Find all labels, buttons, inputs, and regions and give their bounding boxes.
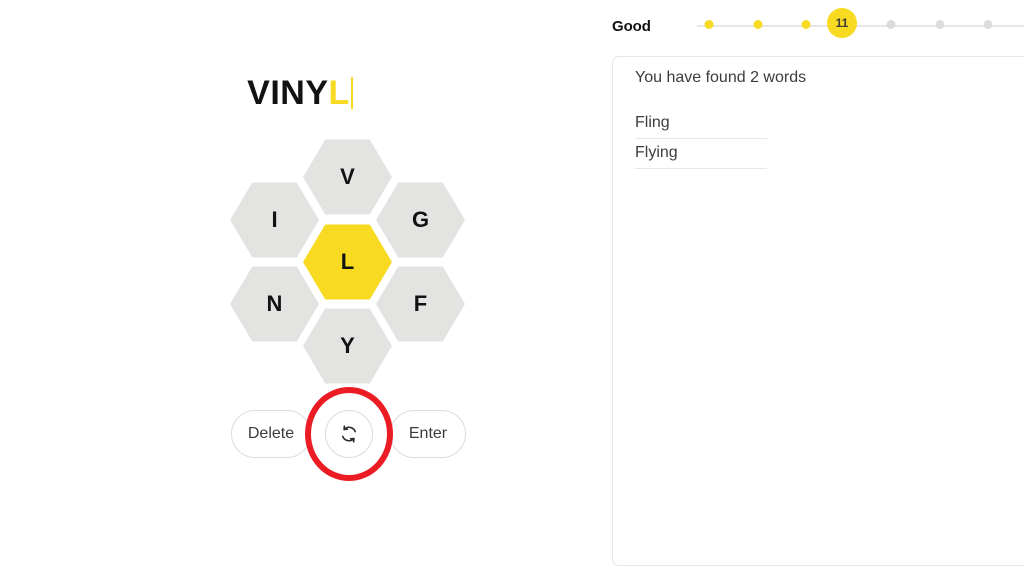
- word-input-display[interactable]: VINYL: [0, 72, 600, 114]
- hex-cell-bottom[interactable]: Y: [303, 308, 392, 384]
- found-words-summary: You have found 2 words: [635, 69, 807, 86]
- hex-letter: F: [413, 291, 428, 316]
- typed-outer-letters: VINY: [247, 74, 329, 112]
- rank-dot-2[interactable]: [753, 20, 763, 29]
- rank-dot-6[interactable]: [935, 20, 945, 29]
- puzzle-area: VINYL V I G L N F Y Delete Enter: [0, 0, 600, 576]
- letter-hive: V I G L N F Y: [230, 138, 466, 384]
- list-item: Fling: [635, 109, 767, 139]
- found-words-panel: You have found 2 words Fling Flying: [612, 56, 1024, 566]
- enter-button-label: Enter: [408, 425, 448, 442]
- puzzle-controls: Delete Enter: [230, 410, 466, 458]
- hex-cell-upper-right[interactable]: G: [376, 182, 465, 258]
- shuffle-refresh-icon: [341, 425, 357, 443]
- delete-button[interactable]: Delete: [231, 410, 311, 458]
- hex-cell-upper-left[interactable]: I: [230, 182, 319, 258]
- list-item: Flying: [635, 139, 767, 169]
- hex-letter: V: [340, 164, 355, 189]
- rank-progress-bar: Good 11: [612, 8, 1024, 40]
- hex-cell-lower-left[interactable]: N: [230, 266, 319, 342]
- hex-letter: L: [340, 249, 355, 274]
- rank-dot-7[interactable]: [983, 20, 993, 29]
- hex-letter: G: [411, 207, 430, 232]
- hex-letter: Y: [340, 333, 355, 358]
- hex-letter: I: [271, 207, 278, 232]
- rank-label: Good: [612, 18, 651, 35]
- found-words-list: Fling Flying: [635, 109, 767, 169]
- hex-cell-top[interactable]: V: [303, 139, 392, 215]
- rank-current-score-badge[interactable]: 11: [827, 8, 857, 38]
- hex-cell-center[interactable]: L: [303, 224, 392, 300]
- hex-letter: N: [266, 291, 283, 316]
- shuffle-button[interactable]: [325, 410, 373, 458]
- text-caret: [350, 77, 353, 109]
- typed-center-letter: L: [328, 74, 350, 112]
- spelling-bee-screen: VINYL V I G L N F Y Delete Enter Good 11…: [0, 0, 1024, 576]
- hex-cell-lower-right[interactable]: F: [376, 266, 465, 342]
- rank-dot-3[interactable]: [801, 20, 811, 29]
- rank-track: [697, 25, 1024, 27]
- rank-dot-5[interactable]: [886, 20, 896, 29]
- enter-button[interactable]: Enter: [390, 410, 466, 458]
- delete-button-label: Delete: [247, 425, 295, 442]
- rank-dot-1[interactable]: [704, 20, 714, 29]
- rank-current-score: 11: [835, 16, 849, 30]
